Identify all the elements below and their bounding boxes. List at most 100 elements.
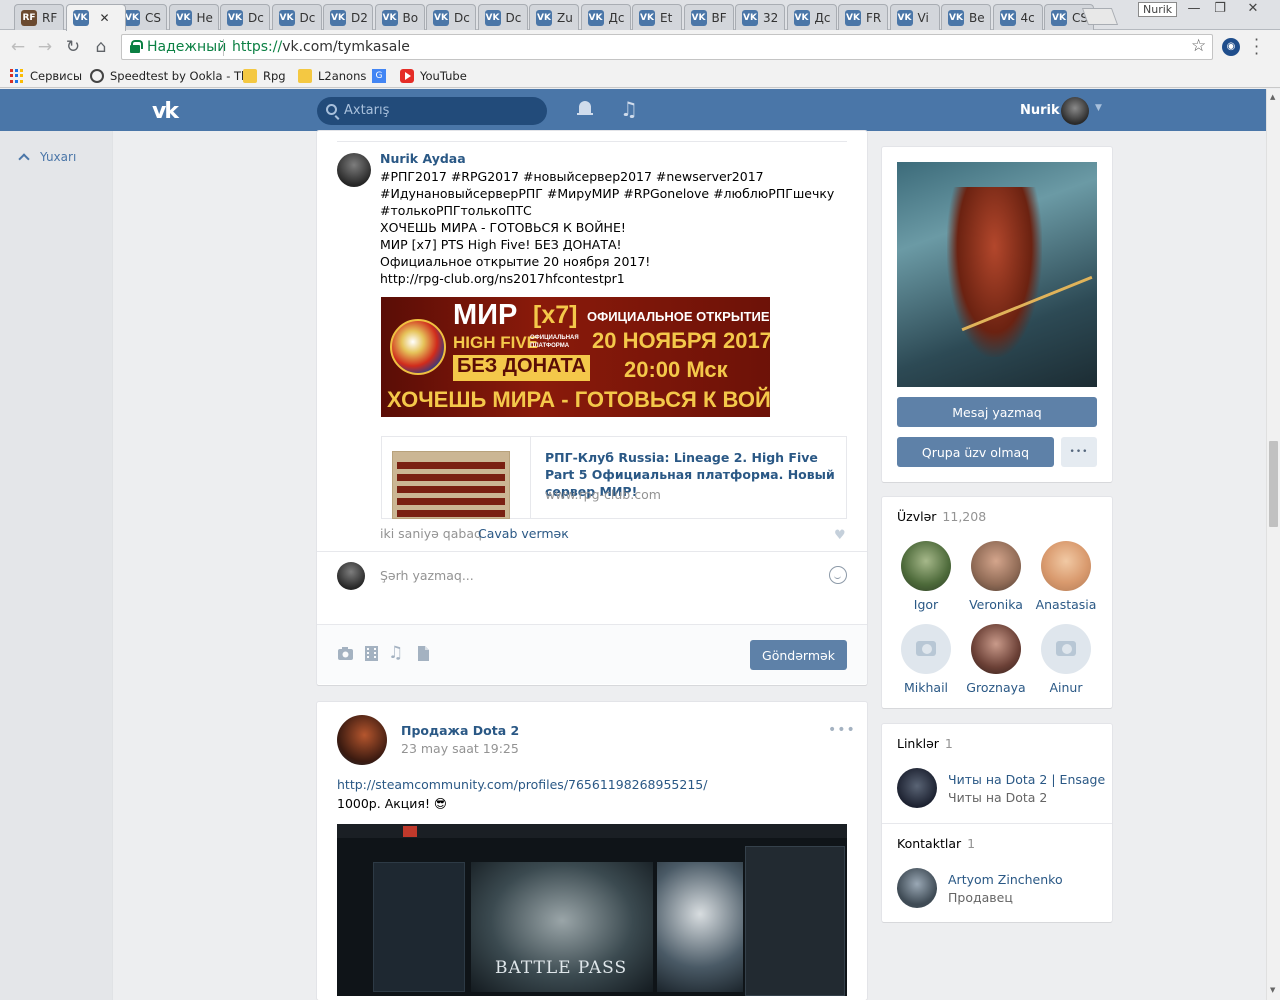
- tab-title: CS: [145, 10, 161, 25]
- contacts-title[interactable]: Kontaktlar 1: [897, 836, 975, 851]
- browser-tab[interactable]: VK 32: [735, 4, 785, 30]
- member-item[interactable]: Anastasia: [1031, 541, 1101, 612]
- bookmark-speedtest[interactable]: Speedtest by Ookla - Th: [90, 67, 248, 85]
- contact-name[interactable]: Artyom Zinchenko: [948, 872, 1063, 887]
- member-item[interactable]: Igor: [891, 541, 961, 612]
- post-author[interactable]: Продажа Dota 2: [401, 723, 519, 738]
- like-heart-icon[interactable]: ♥: [834, 528, 846, 543]
- send-comment-button[interactable]: Göndərmək: [750, 640, 847, 670]
- music-note-icon[interactable]: ♫: [620, 97, 638, 121]
- member-item[interactable]: Mikhail: [891, 624, 961, 695]
- browser-tab[interactable]: VK FR: [838, 4, 888, 30]
- browser-tab[interactable]: VK Dc: [426, 4, 476, 30]
- browser-tab[interactable]: VK Et: [632, 4, 682, 30]
- members-title[interactable]: Üzvlər 11,208: [897, 509, 986, 524]
- more-options-icon[interactable]: •••: [828, 722, 856, 738]
- avatar[interactable]: [337, 715, 387, 765]
- avatar[interactable]: [1061, 97, 1089, 125]
- member-item[interactable]: Veronika: [961, 541, 1031, 612]
- favicon-icon: VK: [278, 9, 295, 26]
- avatar[interactable]: [337, 153, 371, 187]
- browser-menu-icon[interactable]: · · ·: [1254, 32, 1259, 62]
- emoji-icon[interactable]: [829, 566, 847, 584]
- to-top-button[interactable]: Yuxarı: [18, 150, 76, 165]
- member-item[interactable]: Ainur: [1031, 624, 1101, 695]
- notifications-bell-icon[interactable]: [577, 101, 593, 119]
- user-name[interactable]: Nurik: [1020, 103, 1060, 118]
- browser-profile-badge[interactable]: Nurik: [1138, 2, 1178, 17]
- post-link[interactable]: http://steamcommunity.com/profiles/76561…: [337, 777, 707, 792]
- hashtag-line[interactable]: #толькоРПГтолькоПТС: [380, 202, 532, 219]
- browser-tab[interactable]: RF RF: [14, 4, 64, 30]
- browser-tab[interactable]: VK ✕: [65, 4, 126, 31]
- avatar[interactable]: [897, 768, 937, 808]
- avatar[interactable]: [897, 868, 937, 908]
- bookmark-rpg[interactable]: Rpg: [243, 67, 286, 85]
- game-menu-panel: [745, 846, 845, 996]
- browser-tab[interactable]: VK Vi: [889, 4, 940, 30]
- comment-time[interactable]: iki saniyə qabaq: [380, 526, 482, 541]
- music-icon[interactable]: ♫: [388, 645, 405, 662]
- url-text[interactable]: https://vk.com/tymkasale: [232, 39, 410, 55]
- bookmark-translate[interactable]: G: [372, 67, 392, 85]
- bookmark-l2anons[interactable]: L2anons: [298, 67, 366, 85]
- browser-tab[interactable]: VK Bo: [374, 4, 425, 30]
- bookmark-services[interactable]: Сервисы: [10, 67, 82, 85]
- camera-icon[interactable]: [337, 645, 354, 662]
- bookmark-youtube[interactable]: YouTube: [400, 67, 467, 85]
- document-icon[interactable]: [415, 645, 432, 662]
- forward-arrow-icon[interactable]: →: [34, 36, 56, 58]
- scroll-to-top-area[interactable]: [0, 131, 113, 1000]
- comment-input[interactable]: Şərh yazmaq...: [380, 568, 474, 583]
- browser-tab[interactable]: VK Дс: [786, 4, 837, 30]
- join-group-button[interactable]: Qrupa üzv olmaq: [897, 437, 1054, 467]
- vk-logo[interactable]: vk: [152, 99, 179, 124]
- bookmark-star-icon[interactable]: ☆: [1191, 36, 1206, 56]
- browser-tab[interactable]: VK He: [168, 4, 219, 30]
- post-date[interactable]: 23 may saat 19:25: [401, 741, 519, 756]
- scroll-up-arrow-icon[interactable]: ▲: [1270, 93, 1275, 101]
- member-item[interactable]: Groznaya: [961, 624, 1031, 695]
- more-actions-button[interactable]: •••: [1061, 437, 1097, 467]
- scroll-down-arrow-icon[interactable]: ▼: [1270, 986, 1275, 994]
- group-cover-image[interactable]: [897, 162, 1097, 387]
- browser-tab[interactable]: VK Zu: [529, 4, 579, 30]
- new-tab-button[interactable]: [1081, 8, 1119, 25]
- browser-tab[interactable]: VK Be: [941, 4, 991, 30]
- browser-tab[interactable]: VK BF: [683, 4, 734, 30]
- minimize-button[interactable]: —: [1183, 1, 1205, 16]
- browser-tab[interactable]: VK D2: [323, 4, 373, 30]
- scrollbar-thumb[interactable]: [1269, 441, 1278, 527]
- chevron-down-icon[interactable]: ▼: [1095, 103, 1102, 113]
- back-arrow-icon[interactable]: ←: [7, 36, 29, 58]
- extension-icon[interactable]: ◉: [1222, 38, 1240, 56]
- close-tab-icon[interactable]: ✕: [100, 11, 110, 25]
- maximize-button[interactable]: ❐: [1209, 1, 1231, 16]
- links-title[interactable]: Linklər 1: [897, 736, 953, 751]
- hashtag-line[interactable]: #РПГ2017 #RPG2017 #новыйсервер2017 #news…: [380, 168, 764, 185]
- send-message-button[interactable]: Mesaj yazmaq: [897, 397, 1097, 427]
- browser-tab[interactable]: VK Dc: [220, 4, 270, 30]
- browser-tab[interactable]: VK 4c: [992, 4, 1043, 30]
- browser-tab[interactable]: VK Дс: [580, 4, 631, 30]
- promo-banner-image[interactable]: МИР [x7] ОФИЦИАЛЬНОЕ ОТКРЫТИЕ HIGH FIVE …: [381, 297, 770, 417]
- dota-screenshot-image[interactable]: BATTLE PASS: [337, 824, 847, 996]
- divider: [530, 437, 531, 519]
- home-icon[interactable]: ⌂: [90, 36, 112, 58]
- link-preview-card[interactable]: РПГ-Клуб Russia: Lineage 2. High Five Pa…: [381, 436, 847, 519]
- browser-tab[interactable]: VK Dc: [271, 4, 322, 30]
- link-item-title[interactable]: Читы на Dota 2 | Ensage: [948, 772, 1105, 787]
- browser-tab[interactable]: VK Dc: [477, 4, 528, 30]
- reply-link[interactable]: Cavab verməк: [478, 526, 569, 541]
- address-bar[interactable]: Надежный https://vk.com/tymkasale ☆: [121, 34, 1213, 60]
- comment-author[interactable]: Nurik Aydaa: [380, 151, 466, 166]
- link-preview-domain[interactable]: www.rpg-club.com: [545, 487, 661, 502]
- tab-title: RF: [42, 10, 58, 25]
- hashtag-line[interactable]: #ИдунановыйсерверРПГ #МируМИР #RPGonelov…: [380, 185, 834, 202]
- video-icon[interactable]: [363, 645, 380, 662]
- close-window-button[interactable]: ✕: [1242, 1, 1264, 16]
- reload-icon[interactable]: ↻: [62, 36, 84, 58]
- page-scrollbar[interactable]: ▲ ▼: [1266, 89, 1280, 1000]
- comment-link[interactable]: http://rpg-club.org/ns2017hfcontestpr1: [380, 270, 625, 287]
- search-input[interactable]: Axtarış: [317, 97, 547, 125]
